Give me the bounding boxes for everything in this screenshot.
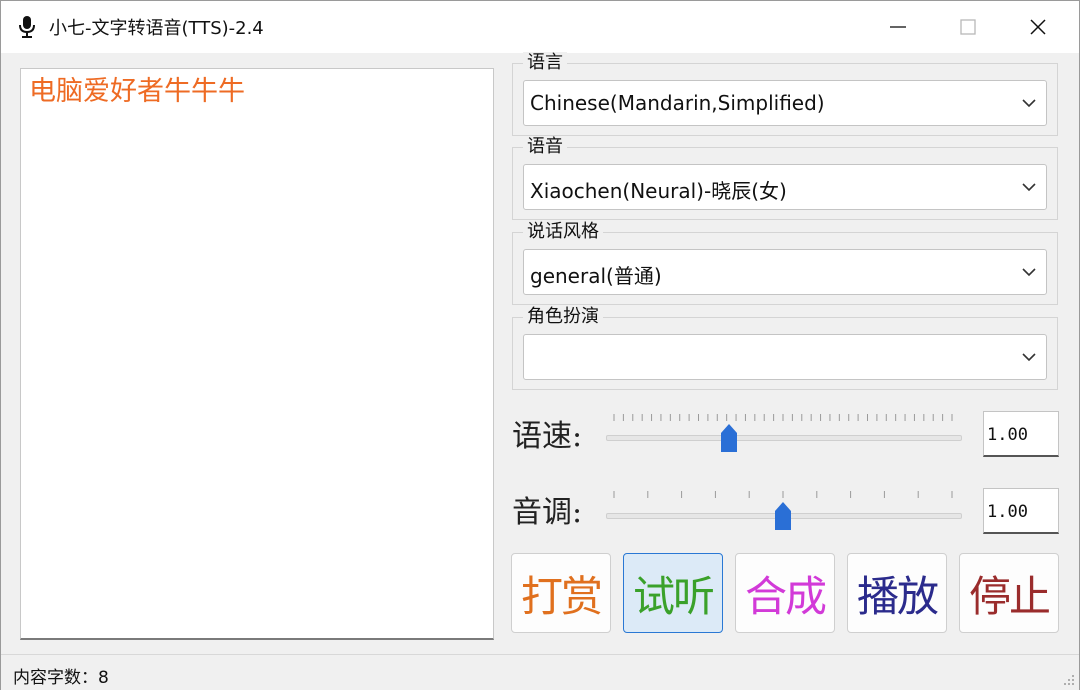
rate-value-input[interactable]: 1.00: [983, 411, 1059, 457]
chevron-down-icon: [1022, 268, 1036, 277]
rate-slider-ticks: [613, 414, 953, 421]
pitch-slider-thumb[interactable]: [774, 501, 792, 531]
tip-button[interactable]: 打赏: [511, 553, 611, 633]
close-button[interactable]: [1003, 1, 1073, 53]
status-bar: 内容字数：8: [1, 654, 1079, 690]
pitch-label: 音调:: [512, 495, 583, 530]
chevron-down-icon: [1022, 99, 1036, 108]
minimize-button[interactable]: [863, 1, 933, 53]
language-value: Chinese(Mandarin,Simplified): [530, 91, 825, 115]
pitch-slider-ticks: [613, 491, 953, 498]
voice-label: 语音: [523, 136, 567, 158]
play-button[interactable]: 播放: [847, 553, 947, 633]
text-input-area[interactable]: 电脑爱好者牛牛牛: [20, 68, 494, 640]
preview-button[interactable]: 试听: [623, 553, 723, 633]
rate-label: 语速:: [512, 419, 583, 454]
microphone-icon: [19, 16, 35, 38]
maximize-button[interactable]: [933, 1, 1003, 53]
speaking-style-select[interactable]: general(普通): [523, 249, 1047, 295]
stop-button[interactable]: 停止: [959, 553, 1059, 633]
synthesize-button[interactable]: 合成: [735, 553, 835, 633]
title-bar: 小七-文字转语音(TTS)-2.4: [1, 1, 1079, 53]
voice-select[interactable]: Xiaochen(Neural)-晓辰(女): [523, 164, 1047, 210]
rate-slider-track[interactable]: [606, 435, 962, 441]
speaking-style-label: 说话风格: [523, 221, 603, 243]
app-window: 小七-文字转语音(TTS)-2.4 电脑爱好者牛牛牛 语言 Chinese(Ma…: [0, 0, 1080, 690]
language-group: 语言 Chinese(Mandarin,Simplified): [512, 52, 1058, 136]
speaking-style-group: 说话风格 general(普通): [512, 221, 1058, 305]
chevron-down-icon: [1022, 183, 1036, 192]
window-title: 小七-文字转语音(TTS)-2.4: [49, 18, 264, 39]
chevron-down-icon: [1022, 353, 1036, 362]
rate-slider-thumb[interactable]: [720, 423, 738, 453]
role-play-select[interactable]: [523, 334, 1047, 380]
voice-group: 语音 Xiaochen(Neural)-晓辰(女): [512, 136, 1058, 220]
maximize-icon: [960, 19, 976, 35]
role-play-label: 角色扮演: [523, 306, 603, 328]
char-count: 内容字数：8: [13, 668, 109, 688]
language-select[interactable]: Chinese(Mandarin,Simplified): [523, 80, 1047, 126]
role-play-group: 角色扮演: [512, 306, 1058, 390]
speaking-style-value: general(普通): [530, 264, 662, 288]
resize-grip-icon[interactable]: [1063, 674, 1075, 686]
minimize-icon: [890, 26, 906, 28]
close-icon: [1030, 19, 1046, 35]
pitch-value-input[interactable]: 1.00: [983, 488, 1059, 534]
voice-value: Xiaochen(Neural)-晓辰(女): [530, 179, 787, 203]
language-label: 语言: [523, 52, 567, 74]
